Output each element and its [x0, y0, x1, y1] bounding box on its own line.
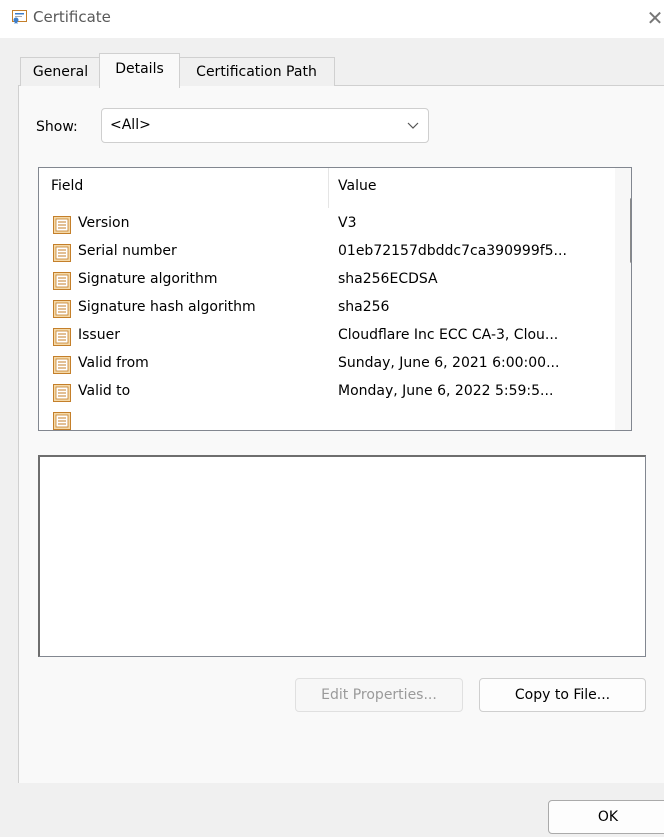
list-item[interactable]	[39, 408, 615, 430]
ok-button[interactable]: OK	[548, 800, 664, 834]
field-name: Signature algorithm	[78, 271, 218, 287]
list-item[interactable]: Serial number 01eb72157dbddc7ca390999f5.…	[39, 240, 615, 268]
field-icon	[53, 356, 71, 374]
field-name: Valid from	[78, 355, 149, 371]
field-value: V3	[338, 215, 357, 231]
edit-properties-button[interactable]: Edit Properties...	[295, 678, 463, 712]
list-item[interactable]: Signature algorithm sha256ECDSA	[39, 268, 615, 296]
field-value: sha256ECDSA	[338, 271, 438, 287]
window-title: Certificate	[33, 8, 111, 26]
list-item[interactable]: Version V3	[39, 212, 615, 240]
copy-to-file-label: Copy to File...	[514, 687, 611, 703]
column-divider[interactable]	[328, 168, 329, 208]
list-item[interactable]: Issuer Cloudflare Inc ECC CA-3, Clou...	[39, 324, 615, 352]
column-header-value[interactable]: Value	[338, 178, 376, 194]
close-icon: ✕	[646, 6, 664, 30]
field-value: Monday, June 6, 2022 5:59:5...	[338, 383, 554, 399]
fields-list[interactable]: Field Value Version V3 Serial number 01e…	[38, 167, 632, 431]
field-value: Sunday, June 6, 2021 6:00:00...	[338, 355, 560, 371]
field-detail-textbox[interactable]	[38, 455, 646, 657]
column-header-field[interactable]: Field	[51, 178, 83, 194]
field-name: Issuer	[78, 327, 120, 343]
field-value: sha256	[338, 299, 390, 315]
show-label: Show:	[36, 119, 78, 135]
field-icon	[53, 300, 71, 318]
tab-general[interactable]: General	[20, 57, 101, 86]
list-header: Field Value	[39, 168, 615, 208]
field-value: Cloudflare Inc ECC CA-3, Clou...	[338, 327, 559, 343]
title-bar: Certificate ✕	[0, 0, 664, 38]
field-icon	[53, 384, 71, 402]
field-name: Signature hash algorithm	[78, 299, 256, 315]
tab-certification-path-label: Certification Path	[196, 64, 317, 80]
tab-certification-path[interactable]: Certification Path	[178, 57, 335, 86]
field-icon	[53, 272, 71, 290]
show-dropdown-value: <All>	[110, 117, 151, 133]
field-value: 01eb72157dbddc7ca390999f5...	[338, 243, 567, 259]
vertical-scrollbar[interactable]	[615, 168, 631, 430]
edit-properties-label: Edit Properties...	[321, 687, 437, 703]
list-item[interactable]: Signature hash algorithm sha256	[39, 296, 615, 324]
tab-general-label: General	[32, 64, 89, 80]
chevron-down-icon	[407, 122, 419, 129]
field-name: Valid to	[78, 383, 131, 399]
copy-to-file-button[interactable]: Copy to File...	[479, 678, 646, 712]
close-button[interactable]: ✕	[640, 2, 664, 34]
show-dropdown[interactable]: <All>	[101, 108, 429, 143]
field-icon	[53, 328, 71, 346]
field-icon	[53, 412, 71, 430]
tab-details-label: Details	[115, 61, 164, 77]
list-item[interactable]: Valid from Sunday, June 6, 2021 6:00:00.…	[39, 352, 615, 380]
field-icon	[53, 244, 71, 262]
field-name: Version	[78, 215, 130, 231]
certificate-icon	[12, 10, 27, 24]
ok-label: OK	[597, 809, 619, 825]
scrollbar-thumb[interactable]	[630, 198, 631, 263]
field-name: Serial number	[78, 243, 177, 259]
field-icon	[53, 216, 71, 234]
tab-details[interactable]: Details	[99, 53, 180, 88]
list-item[interactable]: Valid to Monday, June 6, 2022 5:59:5...	[39, 380, 615, 408]
